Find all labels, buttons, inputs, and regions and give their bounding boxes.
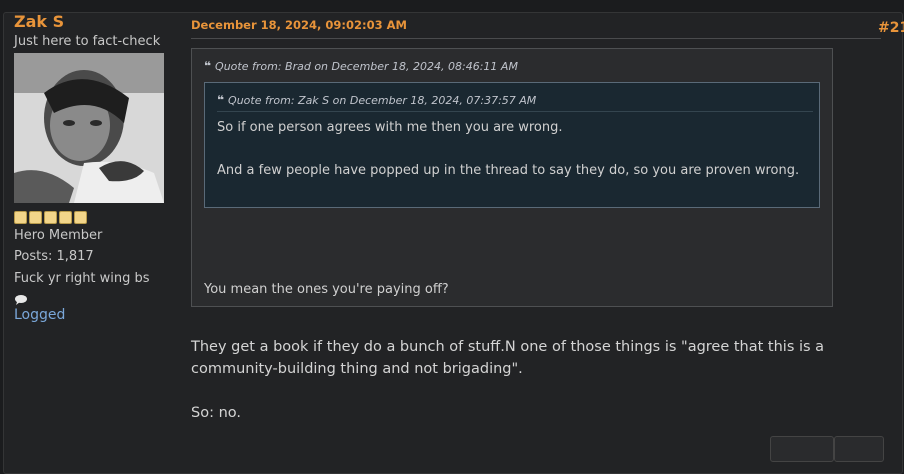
star-icon <box>14 211 27 224</box>
logged-status[interactable]: Logged <box>14 307 174 323</box>
quote-icon: ❝ <box>204 59 212 73</box>
poster-rank: Hero Member <box>14 228 103 243</box>
speech-bubble-icon[interactable] <box>14 291 174 305</box>
rank-stars <box>14 211 174 224</box>
quote-inner-line: So if one person agrees with me then you… <box>217 120 563 135</box>
quote-inner-cite[interactable]: ❝ Quote from: Zak S on December 18, 2024… <box>217 93 536 107</box>
post-number[interactable]: #213 <box>878 20 904 36</box>
quote-outer-cite[interactable]: ❝ Quote from: Brad on December 18, 2024,… <box>204 59 518 73</box>
post-body-line: community-building thing and not brigadi… <box>191 361 523 377</box>
poster-info: Zak S Just here to fact-check Hero Membe… <box>14 12 174 323</box>
quote-inner-line: And a few people have popped up in the t… <box>217 163 800 178</box>
post-action-button[interactable] <box>770 436 834 462</box>
quote-outer: ❝ Quote from: Brad on December 18, 2024,… <box>191 48 833 307</box>
poster-title: Just here to fact-check <box>14 34 161 49</box>
poster-signature-line: Fuck yr right wing bs <box>14 271 150 286</box>
quote-icon: ❝ <box>217 93 225 107</box>
post-body-line: So: no. <box>191 405 241 421</box>
poster-post-count: Posts: 1,817 <box>14 249 94 264</box>
avatar[interactable] <box>14 53 164 203</box>
star-icon <box>59 211 72 224</box>
post-date[interactable]: December 18, 2024, 09:02:03 AM <box>191 18 407 32</box>
quote-inner-cite-text: Quote from: Zak S on December 18, 2024, … <box>228 93 537 107</box>
quote-outer-text: You mean the ones you're paying off? <box>204 282 449 297</box>
avatar-image <box>14 53 164 203</box>
poster-name[interactable]: Zak S <box>14 12 174 32</box>
post-body: They get a book if they do a bunch of st… <box>191 336 831 424</box>
post-body-line: They get a book if they do a bunch of st… <box>191 339 825 355</box>
post-action-button[interactable] <box>834 436 884 462</box>
quote-outer-cite-text: Quote from: Brad on December 18, 2024, 0… <box>215 59 518 73</box>
post-header: December 18, 2024, 09:02:03 AM #213 <box>191 18 904 39</box>
quote-inner: ❝ Quote from: Zak S on December 18, 2024… <box>204 82 820 208</box>
star-icon <box>29 211 42 224</box>
star-icon <box>74 211 87 224</box>
star-icon <box>44 211 57 224</box>
quote-divider <box>217 111 813 112</box>
